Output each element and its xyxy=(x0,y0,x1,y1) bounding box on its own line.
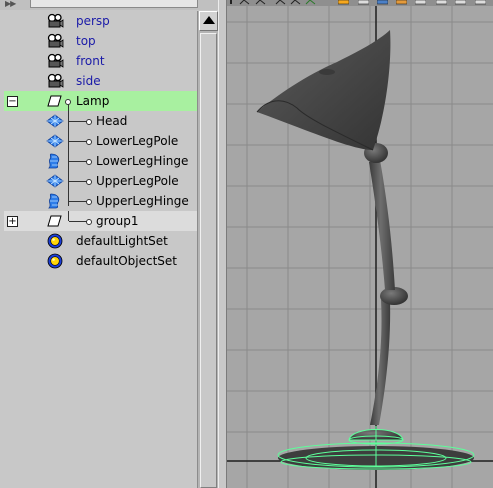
camera-icon xyxy=(47,33,64,48)
outliner-item-label: UpperLegHinge xyxy=(96,194,189,208)
hierarchy-line xyxy=(69,161,87,162)
hierarchy-line xyxy=(69,121,87,122)
outliner-item-persp[interactable]: persp xyxy=(4,11,197,31)
scrollbar-thumb[interactable] xyxy=(200,33,217,488)
hierarchy-line xyxy=(69,141,87,142)
toolbar-icon[interactable] xyxy=(436,0,447,5)
outliner-scrollbar[interactable] xyxy=(197,11,218,488)
hierarchy-node-dot xyxy=(86,199,92,205)
outliner-item-label: side xyxy=(76,74,101,88)
filter-field[interactable] xyxy=(30,0,198,8)
nurbs-surface-icon xyxy=(46,134,64,148)
camera-icon xyxy=(47,73,64,88)
nurbs-surface-icon xyxy=(46,114,64,128)
lamp-model[interactable] xyxy=(256,30,475,470)
expand-arrows-icon[interactable]: ▶▶ xyxy=(5,0,25,8)
outliner-item-label: top xyxy=(76,34,96,48)
toolbar-icon[interactable] xyxy=(396,0,407,5)
outliner-item-upperlegpole[interactable]: UpperLegPole xyxy=(4,171,197,191)
toolbar-icon[interactable] xyxy=(455,0,466,5)
outliner-item-defaultobjectset[interactable]: defaultObjectSet xyxy=(4,251,197,271)
toolbar-icon[interactable] xyxy=(338,0,349,5)
hierarchy-line xyxy=(69,221,87,222)
outliner-item-lowerlegpole[interactable]: LowerLegPole xyxy=(4,131,197,151)
outliner-item-label: defaultLightSet xyxy=(76,234,168,248)
outliner-item-top[interactable]: top xyxy=(4,31,197,51)
outliner-list: persp top front side − Lamp Head LowerLe… xyxy=(4,11,197,488)
toolbar-icon[interactable] xyxy=(290,0,301,5)
panel-divider[interactable] xyxy=(218,0,227,488)
set-icon xyxy=(47,233,63,249)
outliner-panel: ▶▶ persp top front side − Lamp Head Lowe… xyxy=(0,0,221,488)
outliner-item-defaultlightset[interactable]: defaultLightSet xyxy=(4,231,197,251)
hierarchy-line xyxy=(69,181,87,182)
outliner-item-front[interactable]: front xyxy=(4,51,197,71)
hierarchy-line xyxy=(69,201,87,202)
outliner-item-label: Lamp xyxy=(76,94,110,108)
set-icon xyxy=(47,253,63,269)
outliner-item-label: LowerLegHinge xyxy=(96,154,189,168)
toolbar-icon[interactable] xyxy=(255,0,266,5)
transform-icon xyxy=(47,215,62,227)
toolbar-icon[interactable] xyxy=(239,0,250,5)
hierarchy-node-dot xyxy=(86,139,92,145)
outliner-item-group1[interactable]: + group1 xyxy=(4,211,197,231)
hierarchy-node-dot xyxy=(86,219,92,225)
collapse-toggle[interactable]: − xyxy=(7,96,18,107)
lamp-base[interactable] xyxy=(277,426,475,470)
nurbs-curve-surface-icon xyxy=(48,153,60,169)
hierarchy-node-dot xyxy=(86,179,92,185)
viewport-scene[interactable] xyxy=(227,6,493,488)
hierarchy-node-dot xyxy=(86,159,92,165)
transform-icon xyxy=(47,95,62,107)
outliner-item-head[interactable]: Head xyxy=(4,111,197,131)
lower-leg-pole[interactable] xyxy=(370,300,391,425)
outliner-item-label: LowerLegPole xyxy=(96,134,179,148)
scroll-up-arrow-icon[interactable] xyxy=(199,11,218,31)
outliner-item-lowerleghinge[interactable]: LowerLegHinge xyxy=(4,151,197,171)
upper-leg-pole[interactable] xyxy=(369,160,395,290)
outliner-item-label: defaultObjectSet xyxy=(76,254,178,268)
expand-toggle[interactable]: + xyxy=(7,216,18,227)
outliner-item-label: UpperLegPole xyxy=(96,174,179,188)
outliner-item-label: Head xyxy=(96,114,128,128)
outliner-item-label: persp xyxy=(76,14,110,28)
nurbs-curve-surface-icon xyxy=(48,193,60,209)
toolbar-icon[interactable] xyxy=(305,0,316,5)
outliner-item-label: front xyxy=(76,54,105,68)
toolbar-icon[interactable] xyxy=(415,0,426,5)
hierarchy-line xyxy=(68,211,69,221)
camera-icon xyxy=(47,53,64,68)
nurbs-surface-icon xyxy=(46,174,64,188)
toolbar-icon[interactable] xyxy=(275,0,286,5)
lamp-head[interactable] xyxy=(257,30,391,150)
hierarchy-node-dot xyxy=(86,119,92,125)
outliner-item-side[interactable]: side xyxy=(4,71,197,91)
outliner-item-label: group1 xyxy=(96,214,139,228)
outliner-filter-bar: ▶▶ xyxy=(0,0,221,10)
toolbar-icon[interactable] xyxy=(475,0,486,5)
perspective-viewport[interactable] xyxy=(227,0,493,488)
toolbar-icon[interactable] xyxy=(377,0,388,5)
outliner-item-upperleghinge[interactable]: UpperLegHinge xyxy=(4,191,197,211)
camera-icon xyxy=(47,13,64,28)
toolbar-icon[interactable] xyxy=(358,0,369,5)
outliner-item-lamp[interactable]: − Lamp xyxy=(4,91,197,111)
